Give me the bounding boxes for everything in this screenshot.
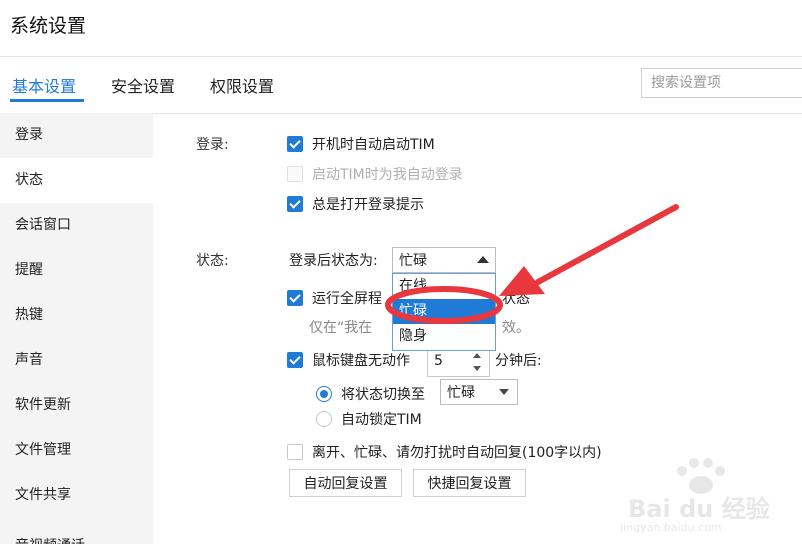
fullscreen-hint-end: 效。 — [502, 320, 530, 336]
dropdown-option-invisible[interactable]: 隐身 — [393, 324, 495, 349]
dropdown-option-online[interactable]: 在线 — [393, 274, 495, 299]
auto-login-row: 启动TIM时为我自动登录 — [287, 164, 463, 184]
fullscreen-label-end: 状态 — [502, 291, 530, 307]
status-section-label: 状态: — [196, 253, 229, 269]
sidebar-item-sound[interactable]: 声音 — [0, 338, 153, 383]
chevron-down-icon — [499, 389, 509, 395]
stepper-buttons — [467, 348, 489, 376]
auto-login-label: 启动TIM时为我自动登录 — [312, 167, 463, 183]
auto-lock-row[interactable]: 自动锁定TIM — [316, 409, 422, 429]
auto-lock-label: 自动锁定TIM — [341, 412, 422, 428]
idle-minutes-value: 5 — [434, 353, 443, 369]
tab-bar: 基本设置 安全设置 权限设置 — [0, 57, 802, 114]
auto-reply-settings-button[interactable]: 自动回复设置 — [289, 469, 402, 497]
auto-start-row[interactable]: 开机时自动启动TIM — [287, 134, 435, 154]
baidu-watermark: Bai du 经验 jingyan.baidu.com — [612, 455, 772, 535]
auto-login-checkbox — [287, 166, 303, 182]
switch-status-value: 忙碌 — [447, 385, 475, 401]
watermark-brand: Bai du 经验 — [628, 495, 770, 523]
sidebar: 登录 状态 会话窗口 提醒 热键 声音 软件更新 文件管理 文件共享 音视频通话 — [0, 113, 153, 544]
idle-minutes-stepper[interactable]: 5 — [427, 347, 490, 377]
idle-minutes-suffix: 分钟后: — [495, 353, 542, 369]
idle-label: 鼠标键盘无动作 — [312, 353, 410, 369]
tab-security-settings[interactable]: 安全设置 — [111, 73, 175, 97]
show-login-tip-label: 总是打开登录提示 — [312, 197, 424, 213]
tab-basic-settings[interactable]: 基本设置 — [12, 73, 76, 97]
sidebar-item-software-update[interactable]: 软件更新 — [0, 383, 153, 428]
after-login-status-select[interactable]: 忙碌 — [392, 247, 496, 273]
auto-reply-checkbox[interactable] — [287, 444, 303, 460]
sidebar-item-login[interactable]: 登录 — [0, 113, 153, 158]
fullscreen-checkbox[interactable] — [287, 290, 303, 306]
sidebar-item-reminder[interactable]: 提醒 — [0, 248, 153, 293]
stepper-up-icon[interactable] — [473, 353, 481, 358]
show-login-tip-checkbox[interactable] — [287, 196, 303, 212]
status-dropdown-list: 在线 忙碌 隐身 — [392, 273, 496, 351]
stepper-down-icon[interactable] — [473, 366, 481, 371]
watermark-url: jingyan.baidu.com — [620, 521, 722, 534]
idle-row[interactable]: 鼠标键盘无动作 — [287, 350, 410, 370]
login-section-label: 登录: — [196, 137, 229, 153]
idle-checkbox[interactable] — [287, 352, 303, 368]
auto-start-label: 开机时自动启动TIM — [312, 137, 435, 153]
fullscreen-row[interactable]: 运行全屏程 — [287, 288, 382, 308]
sidebar-item-hotkey[interactable]: 热键 — [0, 293, 153, 338]
fullscreen-hint-start: 仅在“我在 — [309, 320, 373, 336]
sidebar-item-file-management[interactable]: 文件管理 — [0, 428, 153, 473]
auto-lock-radio[interactable] — [316, 411, 332, 427]
switch-status-row[interactable]: 将状态切换至 — [316, 384, 425, 404]
active-tab-indicator — [10, 99, 84, 102]
after-login-status-label: 登录后状态为: — [289, 253, 378, 269]
fullscreen-label-start: 运行全屏程 — [312, 291, 382, 307]
quick-reply-settings-button[interactable]: 快捷回复设置 — [413, 469, 526, 497]
title-bar: 系统设置 — [0, 0, 802, 57]
sidebar-item-chat-window[interactable]: 会话窗口 — [0, 203, 153, 248]
switch-status-radio[interactable] — [316, 386, 332, 402]
show-login-tip-row[interactable]: 总是打开登录提示 — [287, 194, 424, 214]
sidebar-item-av-call[interactable]: 音视频通话 — [0, 518, 153, 544]
switch-status-select[interactable]: 忙碌 — [440, 379, 518, 405]
dropdown-option-busy[interactable]: 忙碌 — [393, 299, 495, 324]
switch-status-label: 将状态切换至 — [341, 387, 425, 403]
auto-reply-label: 离开、忙碌、请勿打扰时自动回复(100字以内) — [312, 445, 602, 461]
tab-permission-settings[interactable]: 权限设置 — [210, 73, 274, 97]
auto-reply-row[interactable]: 离开、忙碌、请勿打扰时自动回复(100字以内) — [287, 442, 602, 462]
search-input[interactable] — [641, 68, 802, 98]
caret-up-icon — [477, 256, 489, 263]
after-login-status-value: 忙碌 — [399, 253, 427, 269]
auto-start-checkbox[interactable] — [287, 136, 303, 152]
window-title: 系统设置 — [10, 15, 87, 37]
sidebar-item-status[interactable]: 状态 — [0, 158, 153, 203]
sidebar-item-file-sharing[interactable]: 文件共享 — [0, 473, 153, 518]
